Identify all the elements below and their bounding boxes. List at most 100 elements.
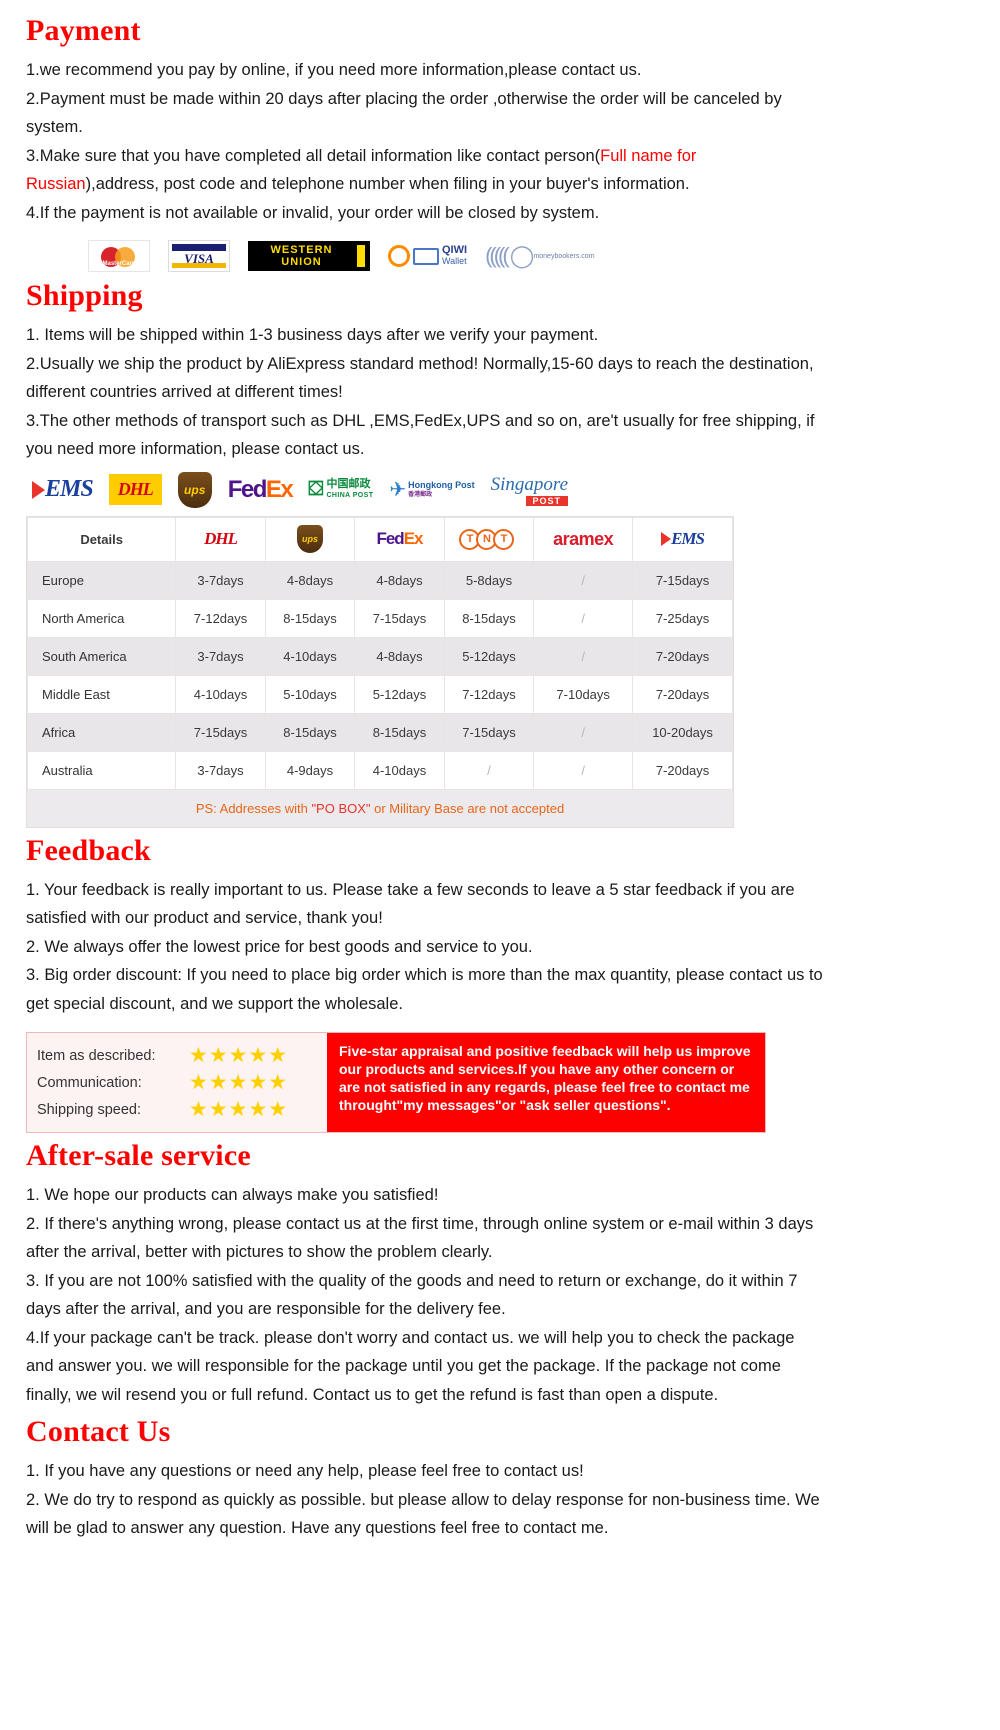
table-cell-region: Africa xyxy=(26,712,177,752)
table-cell-duration: / xyxy=(533,750,634,790)
table-row: Australia 3-7days 4-9days 4-10days //7-20day… xyxy=(26,750,733,790)
star-rating-icon[interactable]: ★★★★★ xyxy=(189,1099,288,1120)
shipping-line-1: 1. Items will be shipped within 1-3 busi… xyxy=(26,326,599,344)
table-cell-duration: 7-15days xyxy=(443,712,535,752)
table-cell-duration: / xyxy=(533,636,634,676)
wu-bars xyxy=(355,245,367,267)
payment-line-1: 1.we recommend you pay by online, if you… xyxy=(26,61,642,79)
qiwi-sub-label: Wallet xyxy=(442,256,467,266)
contact-line-2: 2. We do try to respond as quickly as po… xyxy=(26,1490,820,1538)
after-sale-heading: After-sale service xyxy=(26,1139,251,1172)
table-cell-duration: 3-7days xyxy=(175,750,266,790)
contact-line-1: 1. If you have any questions or need any… xyxy=(26,1462,584,1480)
table-cell-duration: 7-15days xyxy=(354,598,445,638)
rating-label: Communication: xyxy=(37,1074,142,1091)
china-post-label-cn: 中国邮政 xyxy=(326,477,371,490)
shipping-line-3: 3.The other methods of transport such as… xyxy=(26,411,815,459)
table-header-ems: EMS xyxy=(632,516,733,562)
after-sale-line-1: 1. We hope our products can always make … xyxy=(26,1186,439,1204)
table-cell-duration: 4-8days xyxy=(354,560,445,600)
table-cell-region: Australia xyxy=(26,750,177,790)
feedback-line-2: 2. We always offer the lowest price for … xyxy=(26,937,533,956)
shipping-line-2: 2.Usually we ship the product by AliExpr… xyxy=(26,354,814,402)
table-cell-duration: 3-7days xyxy=(175,560,266,600)
mastercard-logo: MasterCard xyxy=(88,240,150,272)
table-cell-duration: 7-25days xyxy=(632,598,733,638)
payment-logos: MasterCard VISA WESTERN UNION QIWI Wallet… xyxy=(88,239,1000,273)
feedback-rating-banner: Item as described: ★★★★★ Communication: ★★★… xyxy=(26,1032,766,1133)
feedback-appeal-text: Five-star appraisal and positive feedbac… xyxy=(327,1033,765,1132)
table-cell-duration: / xyxy=(443,750,535,790)
table-cell-duration: 4-10days xyxy=(175,674,266,714)
fedex-label-a: Fed xyxy=(227,475,268,503)
singapore-post-label: Singapore xyxy=(490,473,569,495)
hongkong-post-label-cn: 香港郵政 xyxy=(408,491,433,498)
table-row: North America 7-12days 8-15days 7-15days 8-1… xyxy=(26,598,733,638)
table-cell-duration: 4-8days xyxy=(264,560,356,600)
table-cell-duration: 10-20days xyxy=(632,712,733,752)
wu-line-1: WESTERN xyxy=(270,244,333,256)
table-cell-duration: 8-15days xyxy=(443,598,535,638)
table-cell-duration: 7-15days xyxy=(632,560,733,600)
shipping-time-table: Details DHL ups FedEx TNT aramex EMS Eur… xyxy=(26,515,734,828)
table-cell-duration: 4-10days xyxy=(354,750,445,790)
payment-line-4: 4.If the payment is not available or inv… xyxy=(26,203,600,222)
payment-line-2: 2.Payment must be made within 20 days af… xyxy=(26,89,782,137)
rating-row: Item as described: ★★★★★ xyxy=(37,1042,327,1069)
table-header-row: Details DHL ups FedEx TNT aramex EMS xyxy=(26,516,733,562)
table-header-ups: ups xyxy=(264,516,356,562)
table-cell-duration: 4-8days xyxy=(354,636,445,676)
table-row: Africa 7-15days 8-15days 8-15days 7-15days/1… xyxy=(26,712,733,752)
table-cell-duration: 8-15days xyxy=(264,712,356,752)
rating-row: Shipping speed: ★★★★★ xyxy=(37,1096,327,1123)
table-cell-duration: 7-10days xyxy=(533,674,634,714)
table-cell-duration: / xyxy=(533,598,634,638)
rating-list: Item as described: ★★★★★ Communication: ★★★… xyxy=(27,1033,327,1132)
carrier-logos: EMS DHL ups FedEx ⛋ 中国邮政 CHINA POST ✈ Hon… xyxy=(32,471,1000,508)
table-cell-duration: 8-15days xyxy=(264,598,356,638)
fedex-logo: FedEx xyxy=(227,475,294,504)
hongkong-post-bird-icon: ✈ xyxy=(389,479,407,501)
feedback-line-3: 3. Big order discount: If you need to pl… xyxy=(26,966,823,1013)
table-cell-duration: 7-12days xyxy=(175,598,266,638)
after-sale-line-3: 3. If you are not 100% satisfied with th… xyxy=(26,1271,798,1319)
table-row: Middle East 4-10days 5-10days 5-12days 7-12d… xyxy=(26,674,733,714)
table-header-details: Details xyxy=(26,516,177,562)
hongkong-post-label: Hongkong Post xyxy=(408,479,475,490)
table-header-tnt: TNT xyxy=(443,516,535,562)
ems-label: EMS xyxy=(45,476,94,502)
star-rating-icon[interactable]: ★★★★★ xyxy=(189,1072,288,1093)
moneybookers-logo: ((((( ◯ moneybookers.com xyxy=(485,243,594,269)
table-cell-duration: 7-20days xyxy=(632,674,733,714)
china-post-logo: ⛋ 中国邮政 CHINA POST xyxy=(308,478,373,501)
ps-note-suffix: or Military Base are not accepted xyxy=(374,800,565,816)
payment-line-3-prefix: 3.Make sure that you have completed all … xyxy=(26,146,601,165)
hongkong-post-logo: ✈ Hongkong Post 香港郵政 xyxy=(389,477,474,502)
qiwi-wallet-logo: QIWI Wallet xyxy=(388,245,467,267)
table-cell-duration: 4-10days xyxy=(264,636,356,676)
feedback-line-1: 1. Your feedback is really important to … xyxy=(26,880,795,928)
moneybookers-label: moneybookers.com xyxy=(533,252,595,260)
table-cell-region: South America xyxy=(26,636,177,676)
singapore-post-badge: POST xyxy=(525,495,569,506)
rating-row: Communication: ★★★★★ xyxy=(37,1069,327,1096)
wu-line-2: UNION xyxy=(281,256,322,268)
table-cell-region: Europe xyxy=(26,560,177,600)
ems-logo: EMS xyxy=(32,476,94,503)
after-sale-line-2: 2. If there's anything wrong, please con… xyxy=(26,1214,814,1262)
table-cell-duration: / xyxy=(533,560,634,600)
table-ps-note: PS: Addresses with "PO BOX" or Military … xyxy=(27,789,733,827)
ups-label: ups xyxy=(184,482,206,497)
payment-line-3: 3.Make sure that you have completed all … xyxy=(26,142,826,199)
product-description-page: Payment 1.we recommend you pay by online… xyxy=(0,0,1000,1563)
table-cell-duration: 3-7days xyxy=(175,636,266,676)
fedex-label-b: Ex xyxy=(265,475,294,503)
table-row: Europe 3-7days 4-8days 4-8days 5-8days/7-15d… xyxy=(26,560,733,600)
payment-heading: Payment xyxy=(26,14,141,47)
ps-note-prefix: PS: Addresses with xyxy=(195,800,308,816)
table-header-fedex: FedEx xyxy=(354,516,445,562)
feedback-heading: Feedback xyxy=(26,833,151,867)
table-cell-duration: / xyxy=(533,712,634,752)
star-rating-icon[interactable]: ★★★★★ xyxy=(189,1045,288,1066)
table-cell-duration: 8-15days xyxy=(354,712,445,752)
